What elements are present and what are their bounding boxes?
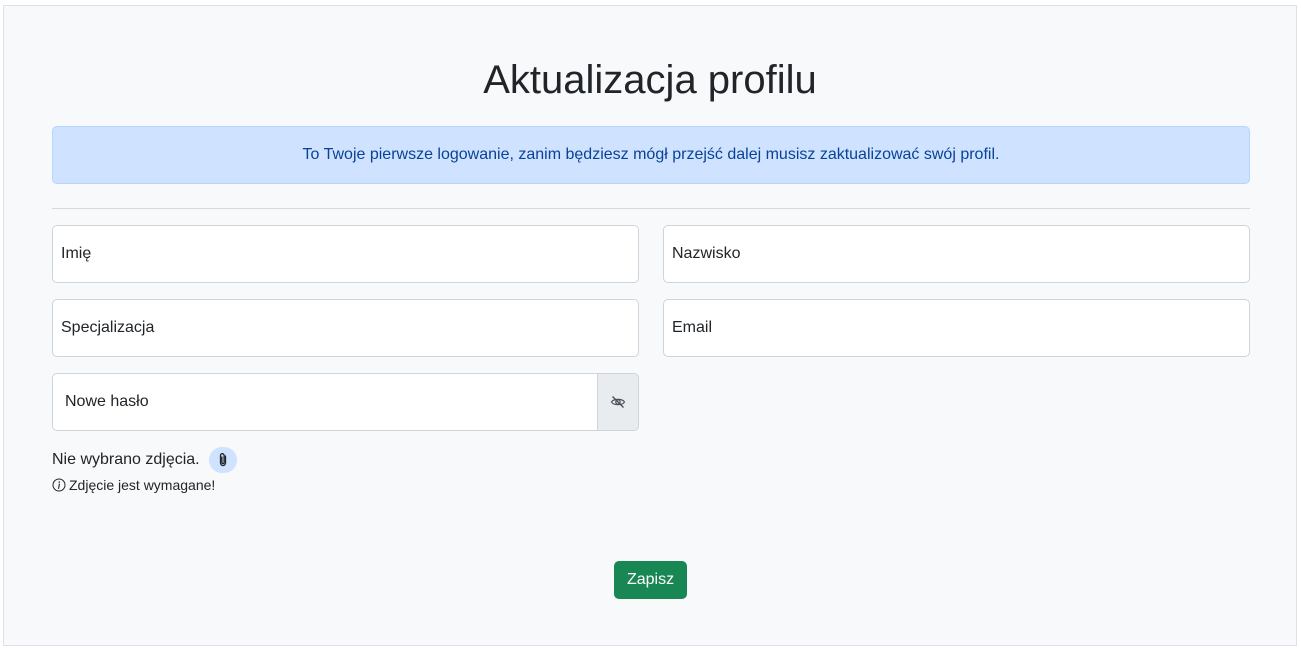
new-password-placeholder: Nowe hasło <box>65 393 149 410</box>
eye-slash-icon <box>610 396 626 408</box>
specialization-field[interactable]: Specjalizacja <box>52 299 639 357</box>
password-visibility-toggle[interactable] <box>597 373 639 431</box>
new-password-field[interactable]: Nowe hasło <box>52 373 597 431</box>
last-name-placeholder: Nazwisko <box>672 245 741 262</box>
attach-photo-button[interactable] <box>208 447 237 473</box>
info-circle-icon <box>52 478 66 492</box>
first-name-field[interactable]: Imię <box>52 225 639 283</box>
photo-upload-row: Nie wybrano zdjęcia. <box>52 447 237 473</box>
photo-required-hint: Zdjęcie jest wymagane! <box>52 477 215 493</box>
save-button[interactable]: Zapisz <box>614 561 687 599</box>
first-name-placeholder: Imię <box>61 245 92 262</box>
alert-message: To Twoje pierwsze logowanie, zanim będzi… <box>302 146 1000 163</box>
divider <box>52 208 1250 209</box>
photo-status: Nie wybrano zdjęcia. <box>52 451 200 468</box>
new-password-group: Nowe hasło <box>52 373 639 431</box>
specialization-placeholder: Specjalizacja <box>61 319 155 336</box>
email-field[interactable]: Email <box>663 299 1250 357</box>
profile-update-card: Aktualizacja profilu To Twoje pierwsze l… <box>3 5 1297 646</box>
first-login-alert: To Twoje pierwsze logowanie, zanim będzi… <box>52 126 1250 184</box>
paperclip-icon <box>219 453 226 467</box>
photo-hint-text: Zdjęcie jest wymagane! <box>69 477 216 493</box>
page-title: Aktualizacja profilu <box>483 58 817 102</box>
email-placeholder: Email <box>672 319 713 336</box>
last-name-field[interactable]: Nazwisko <box>663 225 1250 283</box>
